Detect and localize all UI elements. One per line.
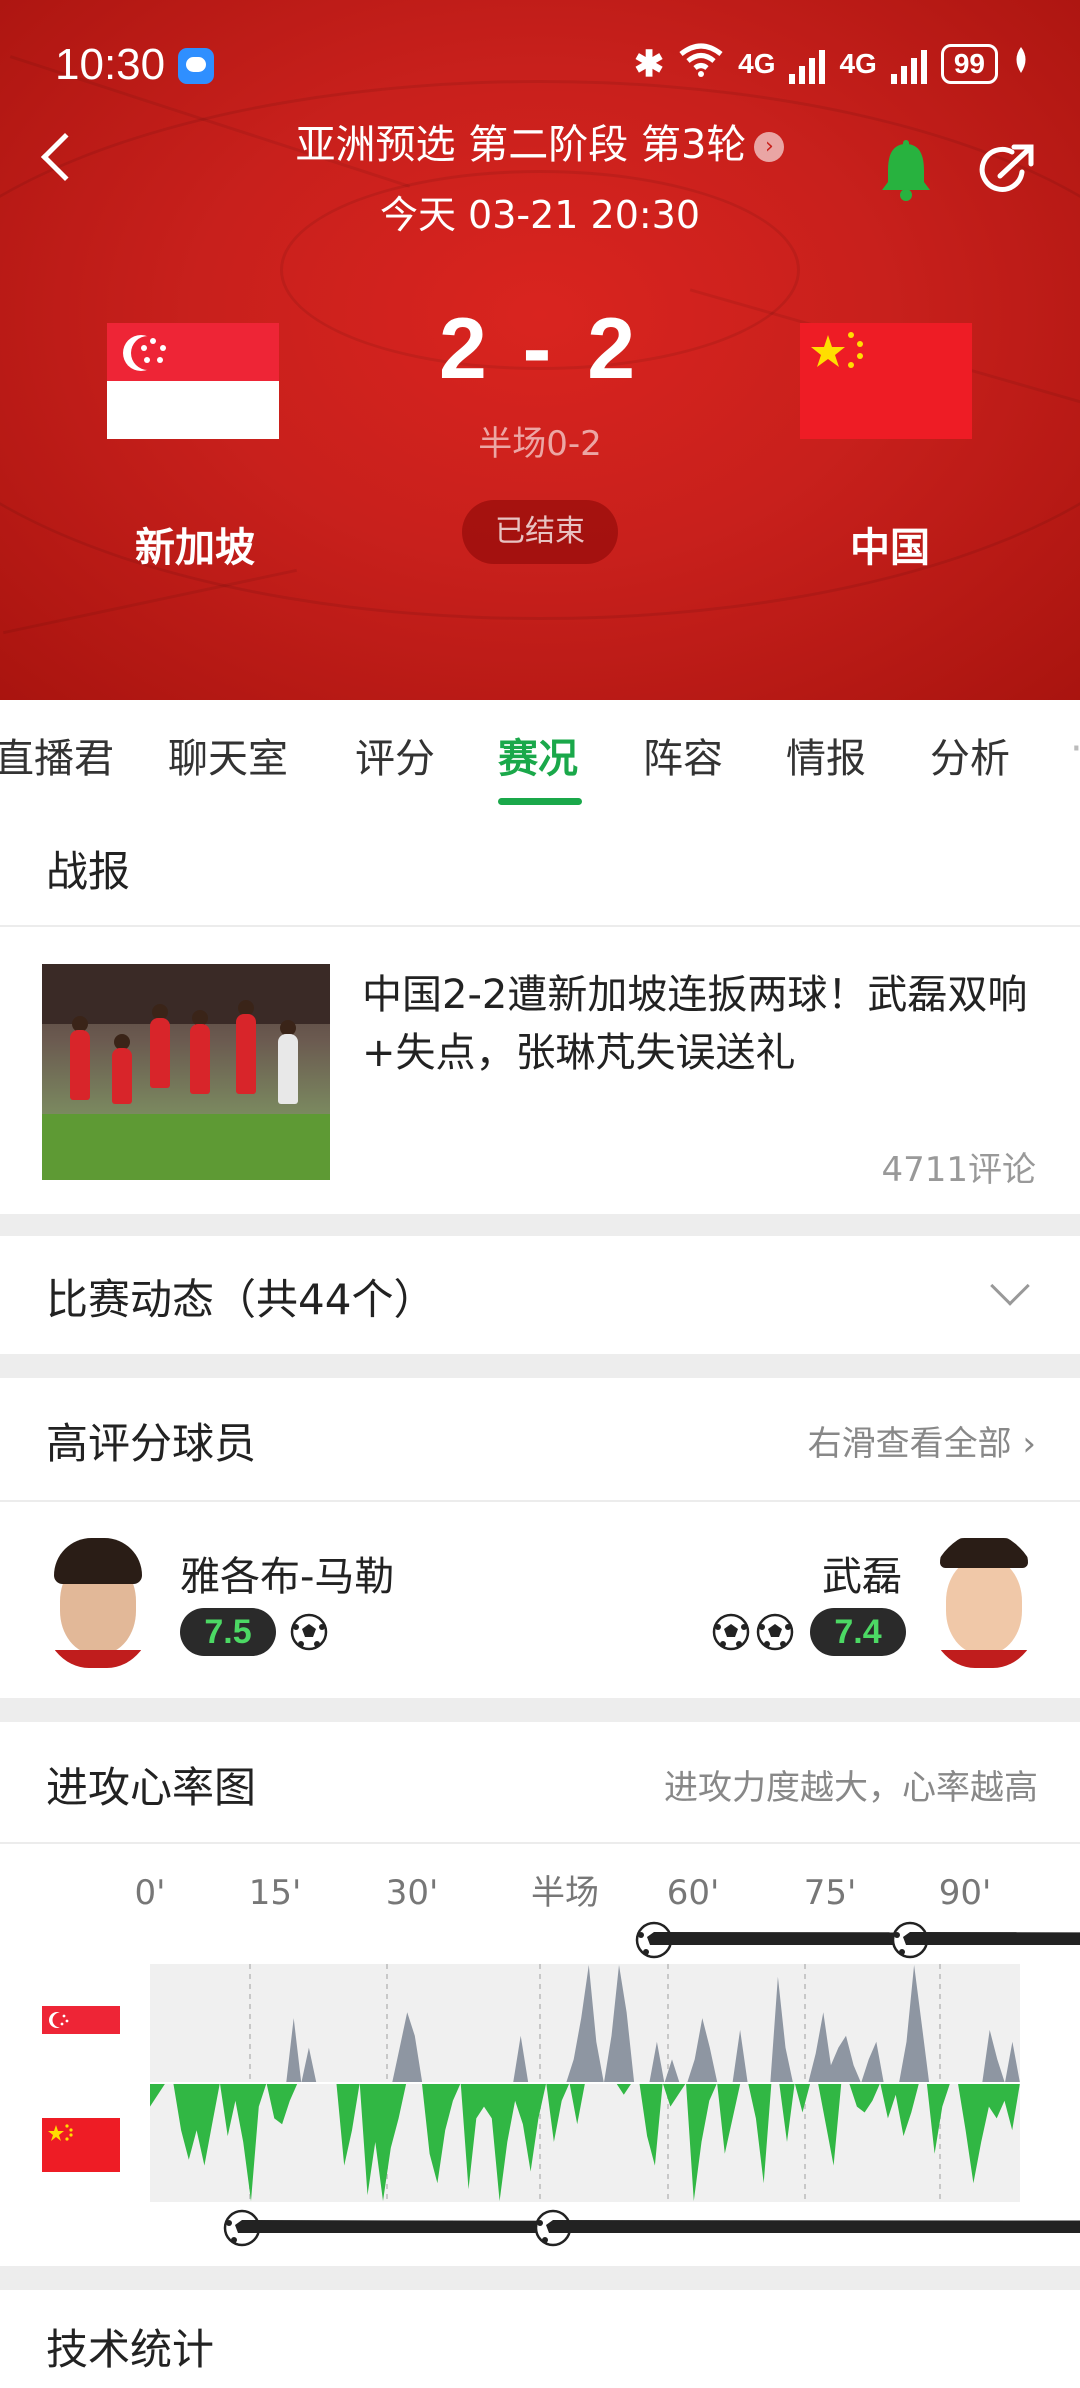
news-headline[interactable]: 中国2-2遭新加坡连扳两球！武磊双响+失点，张琳芃失误送礼: [362, 966, 1052, 1082]
goal-ball-icon: [891, 1921, 1080, 1959]
x-tick-label: 60': [667, 1873, 720, 1913]
signal-icon: [890, 44, 927, 84]
away-team-name[interactable]: 中国: [850, 515, 930, 573]
tab-chatroom[interactable]: 聊天室: [168, 726, 288, 784]
network-label: 4G: [839, 47, 877, 79]
bell-icon[interactable]: [880, 140, 932, 202]
attack-chart-title: 进攻心率图: [46, 1763, 257, 1812]
away-player-rating: 7.4: [810, 1608, 906, 1656]
events-title: 比赛动态（共44个）: [46, 1275, 436, 1324]
signal-icon: [789, 44, 826, 84]
stats-title: 技术统计: [46, 2325, 215, 2374]
x-tick-label: 半场: [531, 1873, 599, 1913]
match-status-badge: 已结束: [462, 500, 618, 564]
report-title: 战报: [46, 847, 131, 896]
bluetooth-icon: ✱: [633, 42, 665, 84]
home-player-rating: 7.5: [180, 1608, 276, 1656]
x-tick-label: 15': [249, 1873, 302, 1913]
goal-ball-icon: [756, 1613, 794, 1651]
attack-chart-hint: 进攻力度越大，心率越高: [664, 1768, 1038, 1808]
top-players-title: 高评分球员: [46, 1419, 257, 1468]
status-bar: 10:30 ✱ 4G 4G 99: [0, 36, 1080, 98]
share-icon[interactable]: [978, 142, 1036, 200]
x-tick-label: 75': [804, 1873, 857, 1913]
leaf-icon: [1012, 45, 1030, 82]
tab-bar: 直播君 聊天室 评分 赛况 阵容 情报 分析 ·: [0, 700, 1080, 810]
x-tick-label: 90': [939, 1873, 992, 1913]
news-thumbnail[interactable]: [42, 964, 330, 1180]
status-time: 10:30: [55, 40, 166, 89]
divider: [0, 925, 1080, 927]
goal-ball-icon: [290, 1613, 328, 1651]
goal-ball-icon: [712, 1613, 750, 1651]
battery-icon: 99: [940, 43, 998, 84]
tab-intel[interactable]: 情报: [786, 726, 866, 784]
decorative-line: [2, 568, 298, 635]
home-player-avatar[interactable]: [42, 1532, 154, 1668]
message-notification-icon: [178, 48, 214, 84]
china-flag[interactable]: [800, 323, 972, 439]
home-player-name[interactable]: 雅各布-马勒: [180, 1544, 394, 1602]
chevron-right-icon: ›: [754, 132, 785, 162]
divider: [0, 1842, 1080, 1844]
away-player-avatar[interactable]: [928, 1532, 1040, 1668]
x-tick-label: 30': [386, 1873, 439, 1913]
match-header: 10:30 ✱ 4G 4G 99 亚洲预选 第二阶段 第3轮 › 今天 03-21…: [0, 0, 1080, 700]
x-tick-label: 0': [135, 1873, 166, 1913]
tab-lineup[interactable]: 阵容: [643, 726, 723, 784]
see-all-label: 右滑查看全部: [807, 1424, 1012, 1464]
comment-count[interactable]: 4711评论: [881, 1142, 1036, 1191]
wifi-icon: [678, 42, 724, 85]
tab-overflow[interactable]: ·: [1070, 726, 1080, 772]
attack-heart-chart: 0' 15' 30' 半场 60' 75' 90': [135, 1873, 1080, 2247]
active-tab-indicator: [498, 798, 582, 805]
tab-match-status[interactable]: 赛况: [498, 726, 578, 784]
league-title: 亚洲预选 第二阶段 第3轮: [295, 122, 747, 168]
home-team-name[interactable]: 新加坡: [135, 515, 255, 573]
network-label: 4G: [738, 47, 776, 79]
see-all-link[interactable]: 右滑查看全部 ›: [808, 1416, 1036, 1465]
goal-ball-icon: [534, 2209, 1080, 2247]
away-player-name[interactable]: 武磊: [822, 1544, 902, 1602]
tab-live[interactable]: 直播君: [0, 726, 114, 784]
divider: [0, 1500, 1080, 1502]
tab-analysis[interactable]: 分析: [930, 726, 1010, 784]
tab-ratings[interactable]: 评分: [355, 726, 435, 784]
